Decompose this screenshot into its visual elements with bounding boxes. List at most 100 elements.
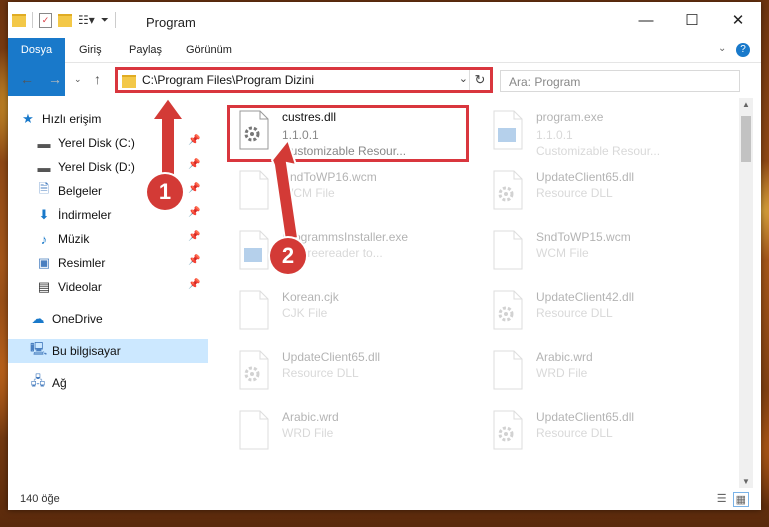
close-button[interactable]: ✕ <box>715 2 761 38</box>
up-button[interactable]: ↑ <box>94 71 101 87</box>
file-item[interactable]: Arabic.wrd WRD File <box>230 404 470 462</box>
refresh-icon[interactable]: ↻ <box>469 70 490 90</box>
highlight-box-file <box>227 105 469 162</box>
pin-icon[interactable]: 📌 <box>188 159 200 170</box>
tab-view[interactable]: Görünüm <box>186 38 232 62</box>
pin-icon[interactable]: 📌 <box>188 255 200 266</box>
file-item[interactable]: UpdateClient65.dll Resource DLL <box>484 404 724 462</box>
pin-icon[interactable]: 📌 <box>188 279 200 290</box>
file-icon <box>492 230 524 270</box>
sidebar-item-label: Yerel Disk (D:) <box>58 160 135 174</box>
file-type: CJK File <box>282 306 328 320</box>
view-switcher: ☰ ▦ <box>717 492 749 507</box>
help-icon[interactable]: ? <box>736 43 750 57</box>
minimize-icon: — <box>638 11 654 29</box>
file-type: WCM File <box>536 246 589 260</box>
file-item[interactable]: SndToWP15.wcm WCM File <box>484 224 724 282</box>
sidebar-item-label: Resimler <box>58 256 106 270</box>
documents-icon: 🗎 <box>38 181 50 196</box>
drive-icon: ▬ <box>37 159 51 175</box>
chevron-down-icon[interactable]: ⌄ <box>718 43 726 54</box>
video-icon: ▤ <box>37 279 51 294</box>
properties-icon[interactable]: ✓ <box>39 12 52 28</box>
search-placeholder: Ara: Program <box>509 75 581 89</box>
chevron-down-icon[interactable]: ⌄ <box>459 72 468 85</box>
new-folder-icon[interactable] <box>58 13 72 27</box>
file-type: Customizable Resour... <box>536 144 661 158</box>
sidebar-item-quick-access[interactable]: ★ Hızlı erişim <box>20 107 220 131</box>
details-view-icon[interactable]: ☰ <box>717 492 727 507</box>
sidebar-item-videos[interactable]: ▤ Videolar 📌 <box>36 275 236 299</box>
quick-access-toolbar: ✓ ☷▾ ⏷ <box>12 12 116 28</box>
back-button[interactable]: ← <box>20 71 34 87</box>
pin-icon[interactable]: 📌 <box>188 183 200 194</box>
divider <box>114 12 116 28</box>
sidebar-item-label: OneDrive <box>52 312 103 326</box>
scrollbar-thumb[interactable] <box>741 116 751 162</box>
file-item[interactable]: UpdateClient65.dll Resource DLL <box>484 164 724 222</box>
tab-home[interactable]: Giriş <box>79 38 102 62</box>
sidebar-item-label: İndirmeler <box>58 208 112 222</box>
address-path[interactable]: C:\Program Files\Program Dizini <box>142 73 314 87</box>
sidebar-item-local-disk-c[interactable]: ▬ Yerel Disk (C:) 📌 <box>36 131 236 155</box>
file-type: Resource DLL <box>282 366 359 380</box>
explorer-window: ✓ ☷▾ ⏷ Program — ☐ ✕ Dosya Giriş Paylaş … <box>8 2 761 510</box>
address-bar[interactable]: C:\Program Files\Program Dizini ⌄ ↻ <box>115 67 493 93</box>
file-name: SndToWP16.wcm <box>282 170 377 184</box>
drive-icon: ▬ <box>37 135 51 151</box>
sidebar-item-network[interactable]: 🖧 Ağ <box>30 371 208 395</box>
item-count: 140 öğe <box>20 493 60 505</box>
scroll-up-icon[interactable]: ▲ <box>739 100 753 109</box>
close-icon: ✕ <box>731 12 745 29</box>
file-icon <box>492 350 524 390</box>
file-type: Resource DLL <box>536 306 613 320</box>
vertical-scrollbar[interactable]: ▲ ▼ <box>739 98 753 488</box>
sidebar-item-local-disk-d[interactable]: ▬ Yerel Disk (D:) 📌 <box>36 155 236 179</box>
file-item[interactable]: SndToWP16.wcm WCM File <box>230 164 470 222</box>
divider <box>32 12 33 28</box>
maximize-button[interactable]: ☐ <box>669 2 715 38</box>
file-item[interactable]: UpdateClient65.dll Resource DLL <box>230 344 470 402</box>
cloud-icon: ☁ <box>31 311 45 326</box>
sidebar-item-label: Ağ <box>52 376 67 390</box>
customize-toolbar-icon[interactable]: ⏷ <box>101 15 109 26</box>
recent-locations-button[interactable]: ⌄ <box>74 74 82 85</box>
file-type: Resource DLL <box>536 426 613 440</box>
forward-button[interactable]: → <box>48 71 62 87</box>
address-row: ← → ⌄ ↑ C:\Program Files\Program Dizini … <box>8 63 761 97</box>
sidebar-item-this-pc[interactable]: 🖳 Bu bilgisayar <box>8 339 208 363</box>
sidebar-item-label: Bu bilgisayar <box>52 344 121 358</box>
sidebar-item-pictures[interactable]: ▣ Resimler 📌 <box>36 251 236 275</box>
tiles-view-icon[interactable]: ▦ <box>732 492 749 507</box>
pin-icon[interactable]: 📌 <box>188 135 200 146</box>
file-name: UpdateClient65.dll <box>282 350 381 364</box>
file-name: SndToWP15.wcm <box>536 230 631 244</box>
pin-icon[interactable]: 📌 <box>188 207 200 218</box>
minimize-button[interactable]: — <box>623 2 669 38</box>
pictures-icon: ▣ <box>37 255 51 270</box>
file-item[interactable]: ProgrammsInstaller.exe FF Freereader to..… <box>230 224 470 282</box>
file-item[interactable]: program.exe 1.1.0.1 Customizable Resour... <box>484 104 724 162</box>
tab-share[interactable]: Paylaş <box>129 38 162 62</box>
file-item[interactable]: UpdateClient42.dll Resource DLL <box>484 284 724 342</box>
star-icon: ★ <box>22 111 34 126</box>
ribbon-tabs: Dosya Giriş Paylaş Görünüm ⌄ ? <box>8 38 761 96</box>
sidebar-item-onedrive[interactable]: ☁ OneDrive <box>30 307 208 331</box>
file-icon <box>238 170 270 210</box>
callout-1: 1 <box>147 174 183 210</box>
scroll-down-icon[interactable]: ▼ <box>739 477 753 486</box>
navigation-pane: ★ Hızlı erişim ▬ Yerel Disk (C:) 📌 ▬ Yer… <box>8 99 208 487</box>
title-bar: ✓ ☷▾ ⏷ Program — ☐ ✕ <box>8 2 761 38</box>
folder-icon <box>122 75 136 88</box>
pin-icon[interactable]: 📌 <box>188 231 200 242</box>
view-options-icon[interactable]: ☷▾ <box>78 13 95 27</box>
sidebar-item-music[interactable]: ♪ Müzik 📌 <box>36 227 236 251</box>
gear-file-icon <box>492 170 524 210</box>
file-item[interactable]: Korean.cjk CJK File <box>230 284 470 342</box>
gear-file-icon <box>238 350 270 390</box>
file-name: program.exe <box>536 110 604 124</box>
sidebar-item-documents[interactable]: 🗎 Belgeler 📌 <box>36 179 236 203</box>
file-item[interactable]: Arabic.wrd WRD File <box>484 344 724 402</box>
sidebar-item-downloads[interactable]: ⬇ İndirmeler 📌 <box>36 203 236 227</box>
search-input[interactable]: Ara: Program <box>500 70 740 92</box>
